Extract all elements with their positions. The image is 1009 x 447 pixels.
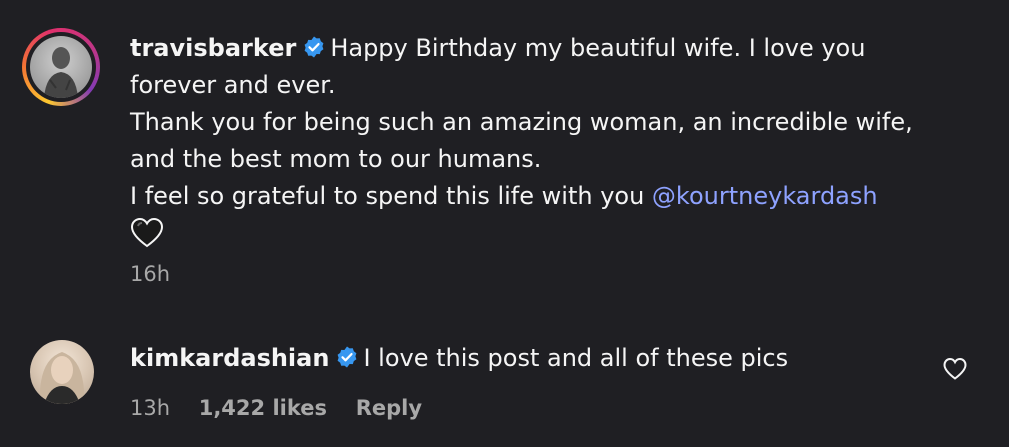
avatar[interactable] <box>30 340 94 404</box>
avatar-story-ring[interactable] <box>22 28 100 106</box>
verified-badge-icon <box>338 346 357 368</box>
comment-username[interactable]: kimkardashian <box>130 344 329 372</box>
verified-badge-icon <box>304 36 324 58</box>
avatar <box>30 36 92 98</box>
black-heart-icon <box>130 217 164 248</box>
comment-body: kimkardashian I love this post and all of… <box>130 340 788 377</box>
comment-meta: 16h <box>130 262 192 286</box>
comment-text-line: I feel so grateful to spend this life wi… <box>130 182 652 210</box>
reply-button[interactable]: Reply <box>356 396 422 420</box>
comment-text-line: and the best mom to our humans. <box>130 145 542 173</box>
comment-text-line: forever and ever. <box>130 71 336 99</box>
person-photo-icon <box>39 352 85 404</box>
comment-body: travisbarker Happy Birthday my beautiful … <box>130 30 950 249</box>
comment-meta: 13h 1,422 likes Reply <box>130 396 444 420</box>
mention-link[interactable]: @kourtneykardash <box>652 182 878 210</box>
comment-text-line: Thank you for being such an amazing woma… <box>130 108 913 136</box>
likes-count[interactable]: 1,422 likes <box>199 396 327 420</box>
comment-username[interactable]: travisbarker <box>130 34 296 62</box>
comment-timestamp[interactable]: 13h <box>130 396 170 420</box>
comment-text-line: Happy Birthday my beautiful wife. I love… <box>330 34 866 62</box>
comment-timestamp[interactable]: 16h <box>130 262 170 286</box>
person-silhouette-icon <box>44 47 78 98</box>
heart-outline-icon[interactable] <box>942 356 968 382</box>
comment-text: I love this post and all of these pics <box>363 344 789 372</box>
